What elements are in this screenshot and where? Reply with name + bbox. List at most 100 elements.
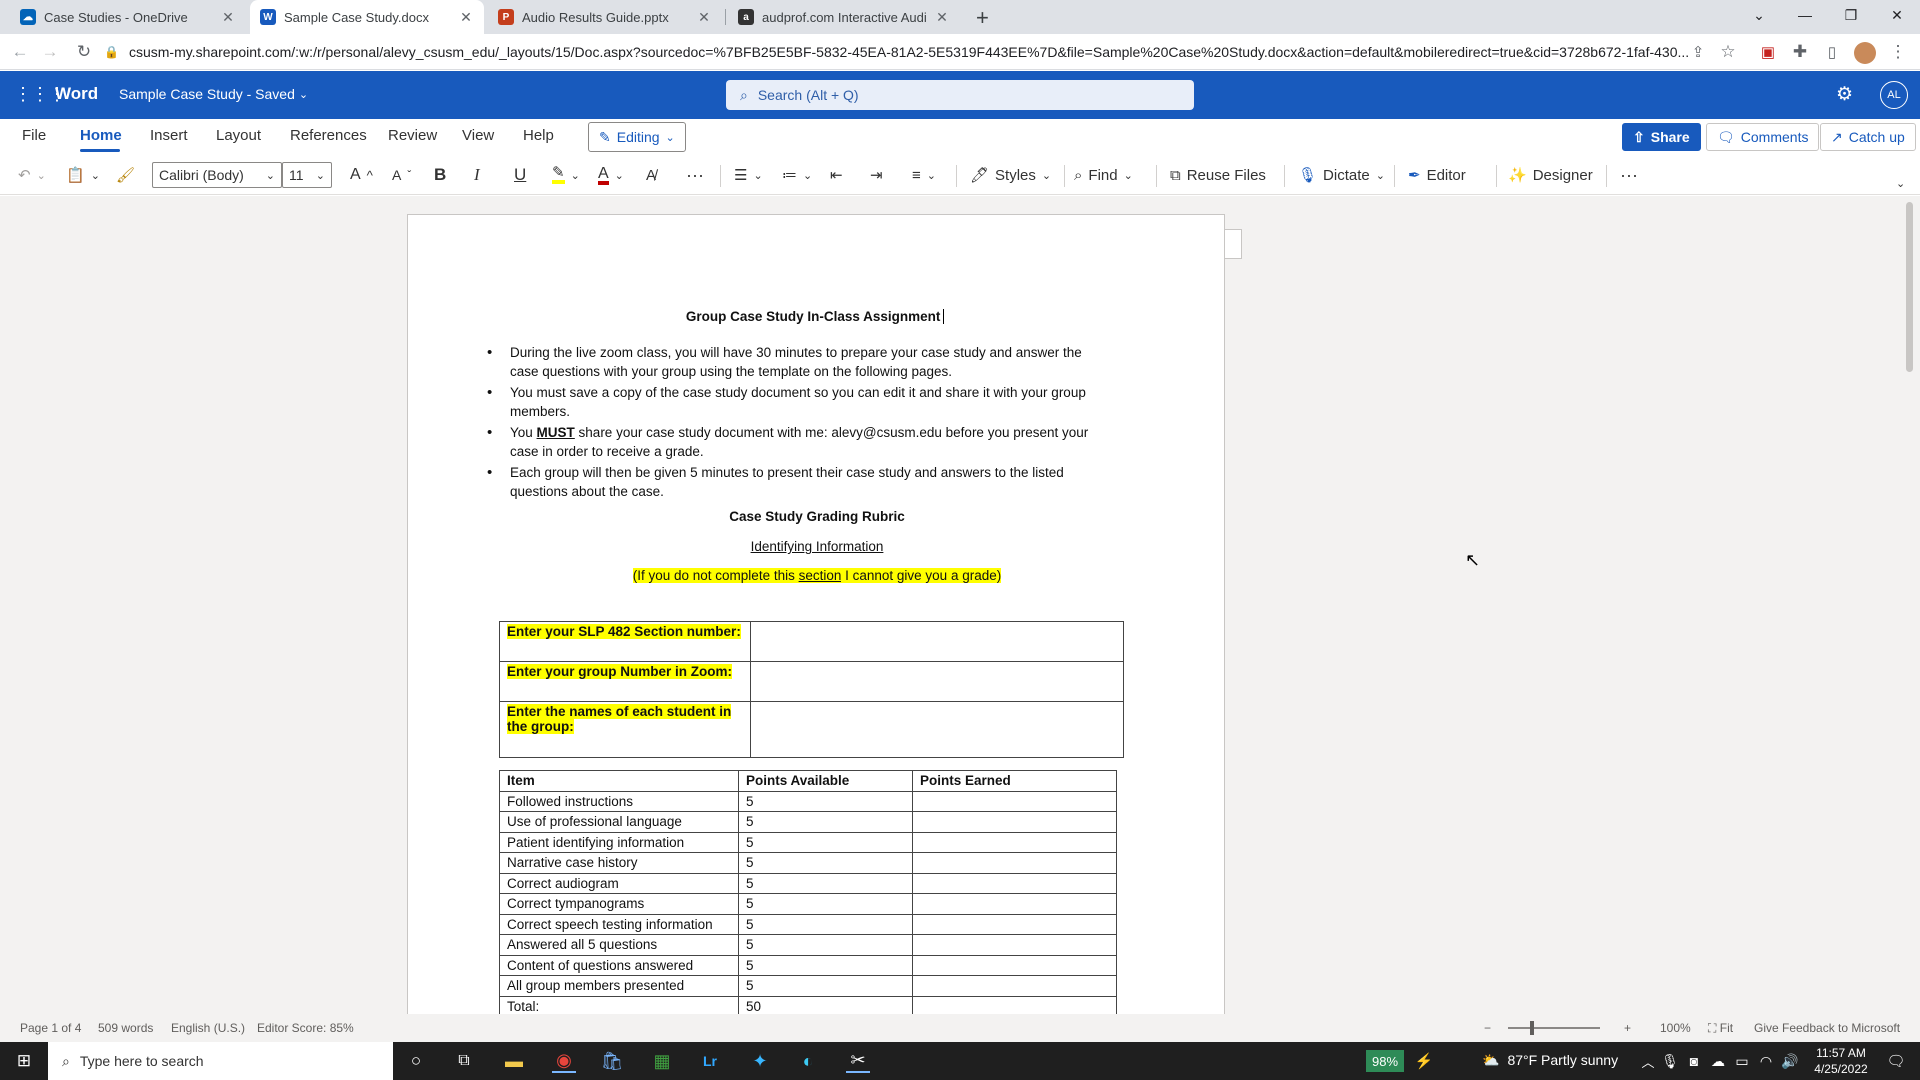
- battery-indicator[interactable]: 98%: [1366, 1050, 1405, 1072]
- task-view-icon[interactable]: ⧉: [452, 1049, 476, 1073]
- editor-score[interactable]: Editor Score: 85%: [257, 1021, 354, 1035]
- browser-tab-word[interactable]: W Sample Case Study.docx ✕: [250, 0, 484, 34]
- undo-icon[interactable]: ↶ ⌄: [18, 163, 46, 187]
- notifications-icon[interactable]: 🗨: [1884, 1049, 1908, 1073]
- table-cell-input[interactable]: [750, 621, 1124, 662]
- taskbar-search-box[interactable]: ⌕ Type here to search: [48, 1042, 393, 1080]
- styles-button[interactable]: 🖊 Styles ⌄: [970, 163, 1051, 187]
- search-box[interactable]: ⌕ Search (Alt + Q): [726, 80, 1194, 110]
- clear-formatting-icon[interactable]: A̸: [646, 163, 656, 187]
- more-font-options-icon[interactable]: ···: [686, 163, 704, 187]
- browser-tab-onedrive[interactable]: ☁ Case Studies - OneDrive ✕: [10, 0, 246, 34]
- points-earned-cell[interactable]: [912, 852, 1117, 874]
- decrease-indent-icon[interactable]: ⇤: [830, 163, 843, 187]
- extension-icon[interactable]: ▣: [1756, 40, 1780, 64]
- language[interactable]: English (U.S.): [171, 1021, 245, 1035]
- window-close-icon[interactable]: ✕: [1874, 0, 1920, 30]
- zoom-level[interactable]: 100%: [1660, 1021, 1691, 1035]
- wifi-icon[interactable]: ◠: [1754, 1049, 1778, 1073]
- collapse-ribbon-icon[interactable]: ⌄: [1896, 171, 1905, 195]
- browser-menu-icon[interactable]: ⋮: [1886, 40, 1910, 64]
- tab-insert[interactable]: Insert: [150, 127, 188, 144]
- address-bar[interactable]: 🔒 csusm-my.sharepoint.com/:w:/r/personal…: [104, 37, 1704, 67]
- chrome-icon[interactable]: ◉: [552, 1049, 576, 1073]
- microphone-icon[interactable]: 🎙: [1658, 1049, 1682, 1073]
- bold-icon[interactable]: B: [434, 163, 446, 187]
- tab-references[interactable]: References: [290, 127, 367, 144]
- points-earned-cell[interactable]: [912, 995, 1117, 1014]
- restore-icon[interactable]: ❐: [1828, 0, 1874, 30]
- zoom-slider[interactable]: [1508, 1021, 1600, 1035]
- tab-view[interactable]: View: [462, 127, 494, 144]
- app-icon[interactable]: ✦: [748, 1049, 772, 1073]
- close-icon[interactable]: ✕: [220, 9, 236, 26]
- underline-icon[interactable]: U: [514, 163, 526, 187]
- new-tab-icon[interactable]: +: [976, 5, 989, 31]
- comments-button[interactable]: 🗨 Comments: [1706, 123, 1820, 151]
- points-earned-cell[interactable]: [912, 934, 1117, 956]
- fit-button[interactable]: ⛶ Fit: [1708, 1021, 1733, 1036]
- find-button[interactable]: ⌕ Find ⌄: [1074, 163, 1133, 187]
- align-icon[interactable]: ≡ ⌄: [912, 163, 936, 187]
- back-icon[interactable]: ←: [8, 40, 32, 64]
- share-page-icon[interactable]: ⇪: [1686, 40, 1710, 64]
- designer-button[interactable]: ✨ Designer: [1508, 163, 1593, 187]
- app-name[interactable]: Word: [55, 84, 98, 104]
- bullets-icon[interactable]: ☰ ⌄: [734, 163, 763, 187]
- lightroom-icon[interactable]: Lr: [698, 1049, 722, 1073]
- reuse-files-button[interactable]: ⧉ Reuse Files: [1170, 163, 1266, 187]
- browser-tab-audprof[interactable]: a audprof.com Interactive Audiogr ✕: [728, 0, 960, 34]
- vertical-scrollbar[interactable]: [1900, 196, 1920, 1014]
- onedrive-cloud-icon[interactable]: ☁: [1706, 1049, 1730, 1073]
- weather-widget[interactable]: ⛅ 87°F Partly sunny: [1482, 1052, 1618, 1069]
- close-icon[interactable]: ✕: [696, 9, 712, 26]
- points-earned-cell[interactable]: [912, 954, 1117, 976]
- tab-layout[interactable]: Layout: [216, 127, 261, 144]
- points-earned-cell[interactable]: [912, 893, 1117, 915]
- tab-home[interactable]: Home: [80, 127, 122, 144]
- increase-indent-icon[interactable]: ⇥: [870, 163, 883, 187]
- close-icon[interactable]: ✕: [458, 9, 474, 26]
- word-count[interactable]: 509 words: [98, 1021, 153, 1035]
- profile-avatar[interactable]: [1854, 42, 1876, 64]
- camera-icon[interactable]: ◙: [1682, 1049, 1706, 1073]
- table-cell-input[interactable]: [750, 661, 1124, 702]
- numbering-icon[interactable]: ≔ ⌄: [782, 163, 812, 187]
- catch-up-button[interactable]: ↗ Catch up: [1820, 123, 1916, 151]
- font-size-select[interactable]: 11 ⌄: [282, 162, 332, 188]
- document-title[interactable]: Sample Case Study - Saved ⌄: [119, 86, 308, 102]
- shrink-font-icon[interactable]: Aˇ: [392, 163, 411, 187]
- page-count[interactable]: Page 1 of 4: [20, 1021, 81, 1035]
- bookmark-star-icon[interactable]: ☆: [1716, 40, 1740, 64]
- points-earned-cell[interactable]: [912, 975, 1117, 997]
- zoom-slider-thumb[interactable]: [1530, 1021, 1534, 1035]
- grow-font-icon[interactable]: A ^: [350, 163, 373, 187]
- feedback-link[interactable]: Give Feedback to Microsoft: [1754, 1021, 1900, 1035]
- scrollbar-thumb[interactable]: [1906, 202, 1913, 372]
- calculator-icon[interactable]: ▦: [650, 1049, 674, 1073]
- editing-mode-button[interactable]: ✎ Editing ⌄: [588, 122, 686, 152]
- points-earned-cell[interactable]: [912, 913, 1117, 935]
- format-painter-icon[interactable]: 🖌: [116, 163, 135, 187]
- zoom-out-icon[interactable]: −: [1484, 1021, 1491, 1035]
- forward-icon[interactable]: →: [38, 40, 62, 64]
- browser-tab-powerpoint[interactable]: P Audio Results Guide.pptx ✕: [488, 0, 722, 34]
- minimize-icon[interactable]: —: [1782, 0, 1828, 30]
- italic-icon[interactable]: I: [474, 163, 480, 187]
- tab-search-icon[interactable]: ⌄: [1736, 0, 1782, 30]
- tab-file[interactable]: File: [22, 127, 46, 144]
- settings-gear-icon[interactable]: ⚙: [1836, 83, 1853, 106]
- windows-start-icon[interactable]: ⊞: [12, 1049, 36, 1073]
- edge-icon[interactable]: ◐: [796, 1049, 820, 1073]
- tab-review[interactable]: Review: [388, 127, 437, 144]
- battery-icon[interactable]: ▭: [1730, 1049, 1754, 1073]
- clock[interactable]: 11:57 AM 4/25/2022: [1806, 1045, 1876, 1077]
- font-name-select[interactable]: Calibri (Body) ⌄: [152, 162, 282, 188]
- dictate-button[interactable]: 🎙 Dictate ⌄: [1298, 163, 1385, 187]
- snipping-tool-icon[interactable]: ✂: [846, 1049, 870, 1073]
- document-page[interactable]: Group Case Study In-Class Assignment Dur…: [407, 214, 1225, 1014]
- more-options-icon[interactable]: ···: [1620, 163, 1638, 187]
- chevron-up-icon[interactable]: ︿: [1636, 1049, 1660, 1073]
- reload-icon[interactable]: ↻: [72, 40, 96, 64]
- table-cell-input[interactable]: [750, 701, 1124, 758]
